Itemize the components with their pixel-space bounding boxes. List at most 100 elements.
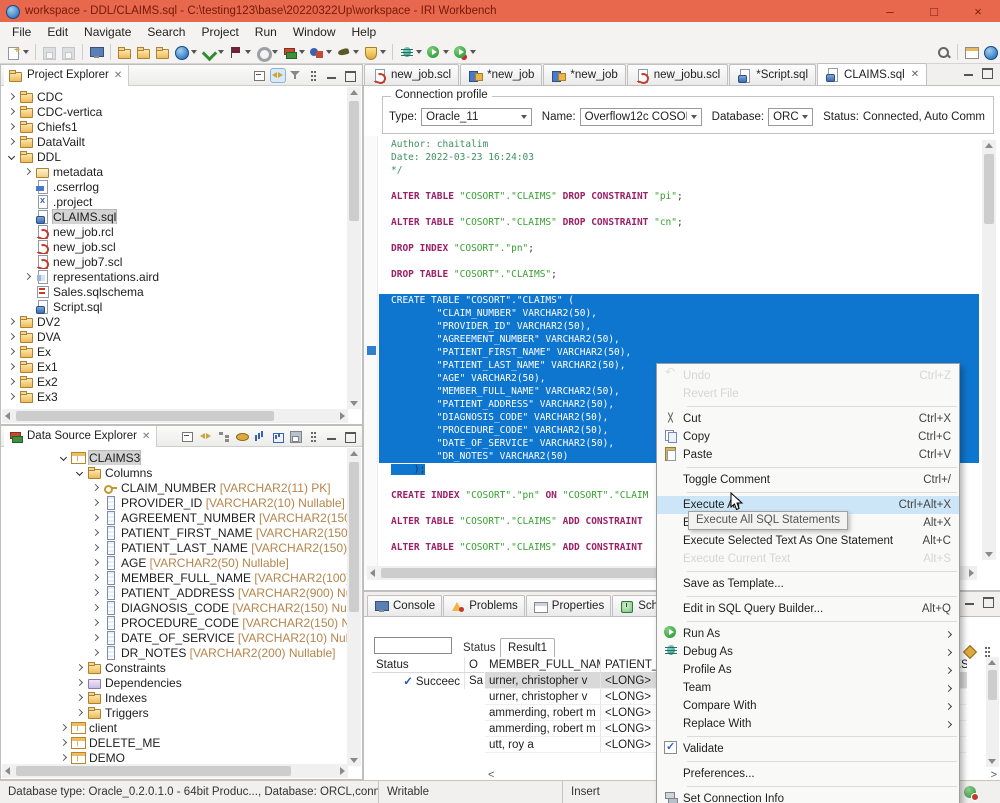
menu-item-compare-with[interactable]: Compare With [657,697,959,715]
tree-item-diagnosis-code[interactable]: DIAGNOSIS_CODE [VARCHAR2(150) Nullable] [3,600,347,615]
menu-item-toggle-comment[interactable]: Toggle CommentCtrl+/ [657,471,959,489]
import-profile-icon[interactable] [253,430,267,443]
tree-item-new-job7-scl[interactable]: new_job7.scl [3,254,347,269]
chevron-collapsed-icon[interactable] [92,484,99,491]
menu-item-execute-current-text[interactable]: Execute Current TextAlt+S [657,550,959,568]
editor-tab-new-jobu-scl[interactable]: new_jobu.scl [627,64,728,85]
tree-item-member-full-name[interactable]: MEMBER_FULL_NAME [VARCHAR2(100) Nullable… [3,570,347,585]
chevron-collapsed-icon[interactable] [8,363,15,370]
chevron-expanded-icon[interactable] [8,153,15,160]
editor-vscrollbar[interactable] [982,140,996,560]
tree-item-ex3[interactable]: Ex3 [3,389,347,404]
filter-icon[interactable] [289,69,303,82]
close-tab-icon[interactable]: ✕ [911,69,919,80]
tree-item-sales-sqlschema[interactable]: Sales.sqlschema [3,284,347,299]
debug-button[interactable] [398,42,423,62]
chevron-collapsed-icon[interactable] [8,123,15,130]
chevron-expanded-icon[interactable] [60,454,67,461]
menu-item-run-as[interactable]: Run As [657,625,959,643]
collapse-all-icon[interactable] [253,69,267,82]
menu-item-undo[interactable]: UndoCtrl+Z [657,367,959,385]
chevron-collapsed-icon[interactable] [92,544,99,551]
save-button[interactable] [41,42,58,62]
project-explorer-tab[interactable]: Project Explorer ✕ [4,65,129,86]
close-view-icon[interactable]: ✕ [142,431,150,442]
tree-item-new-job-scl[interactable]: new_job.scl [3,239,347,254]
menu-item-set-connection-info[interactable]: Set Connection Info [657,790,959,803]
show-category-icon[interactable] [235,430,249,443]
chevron-collapsed-icon[interactable] [92,649,99,656]
view-tab-console[interactable]: Console [367,595,442,616]
chevron-collapsed-icon[interactable] [76,709,83,716]
tree-item-new-job-rcl[interactable]: new_job.rcl [3,224,347,239]
collapse-all-icon[interactable] [181,430,195,443]
tree-item-claim-number[interactable]: CLAIM_NUMBER [VARCHAR2(11) PK] [3,480,347,495]
minimize-editor-icon[interactable] [962,66,976,79]
tree-item-triggers[interactable]: Triggers [3,705,347,720]
type-select[interactable]: Oracle_11 [421,108,532,126]
runred-button[interactable] [452,42,477,62]
menu-item-save-as-template-[interactable]: Save as Template... [657,575,959,593]
saveall-button[interactable] [60,42,77,62]
tree-item-metadata[interactable]: metadata [3,164,347,179]
chevron-collapsed-icon[interactable] [24,168,31,175]
search-button[interactable] [935,42,952,62]
tree-item-ex2[interactable]: Ex2 [3,374,347,389]
view-tab-problems[interactable]: Problems [443,595,525,616]
folder-new-button[interactable] [154,42,171,62]
chevron-collapsed-icon[interactable] [92,634,99,641]
tree-item-datavailt[interactable]: DataVailt [3,134,347,149]
save-icon[interactable] [289,430,303,443]
menu-file[interactable]: File [4,25,39,39]
minimize-view-icon[interactable] [325,430,339,443]
editor-tab--new-job[interactable]: *new_job [543,64,625,85]
tree-item-dv2[interactable]: DV2 [3,314,347,329]
grid-vscrollbar[interactable] [986,657,999,767]
tree-item-date-of-service[interactable]: DATE_OF_SERVICE [VARCHAR2(10) Nullable] [3,630,347,645]
donut-button[interactable] [254,42,279,62]
results-filter-input[interactable] [374,637,452,654]
tree-item--cserrlog[interactable]: .cserrlog [3,179,347,194]
chevron-collapsed-icon[interactable] [92,604,99,611]
tree-item-indexes[interactable]: Indexes [3,690,347,705]
maximize-view-icon[interactable] [343,430,357,443]
column-header-status[interactable]: Status [372,659,464,671]
name-select[interactable]: Overflow12c COSOF [580,108,702,126]
tree-item-ddl[interactable]: DDL [3,149,347,164]
tree-item-cdc-vertica[interactable]: CDC-vertica [3,104,347,119]
tree-item-procedure-code[interactable]: PROCEDURE_CODE [VARCHAR2(150) Nullable] [3,615,347,630]
editor-tab--script-sql[interactable]: *Script.sql [729,64,816,85]
layers-button[interactable] [281,42,306,62]
chevron-collapsed-icon[interactable] [92,514,99,521]
tree-item-claims-sql[interactable]: CLAIMS.sql [3,209,347,224]
menu-item-preferences-[interactable]: Preferences... [657,765,959,783]
tree-item-chiefs1[interactable]: Chiefs1 [3,119,347,134]
folder-import-button[interactable] [116,42,133,62]
column-header-o[interactable]: O [465,659,483,671]
menu-help[interactable]: Help [344,25,385,39]
menu-search[interactable]: Search [139,25,193,39]
tree-item-ex[interactable]: Ex [3,344,347,359]
tree-item-client[interactable]: client [3,720,347,735]
chevron-collapsed-icon[interactable] [8,108,15,115]
chevron-collapsed-icon[interactable] [92,574,99,581]
menu-item-cut[interactable]: CutCtrl+X [657,410,959,428]
shield-button[interactable] [362,42,387,62]
menu-item-replace-with[interactable]: Replace With [657,715,959,733]
tree-item-ex1[interactable]: Ex1 [3,359,347,374]
minimize-button[interactable]: – [868,0,912,22]
menu-window[interactable]: Window [285,25,344,39]
grid-tb-button[interactable] [963,42,980,62]
view-tab-properties[interactable]: Properties [526,595,611,616]
link-with-editor-icon[interactable] [271,69,285,82]
chevron-collapsed-icon[interactable] [76,694,83,701]
tree-item-columns[interactable]: Columns [3,465,347,480]
chevron-collapsed-icon[interactable] [24,273,31,280]
close-button[interactable]: × [956,0,1000,22]
bird-button[interactable] [335,42,360,62]
export-profile-icon[interactable] [271,430,285,443]
tree-item-claims3[interactable]: CLAIMS3 [3,450,347,465]
tree-item-patient-address[interactable]: PATIENT_ADDRESS [VARCHAR2(900) Nullable] [3,585,347,600]
data-source-explorer-tab[interactable]: Data Source Explorer ✕ [4,426,157,447]
tree-item-dr-notes[interactable]: DR_NOTES [VARCHAR2(200) Nullable] [3,645,347,660]
